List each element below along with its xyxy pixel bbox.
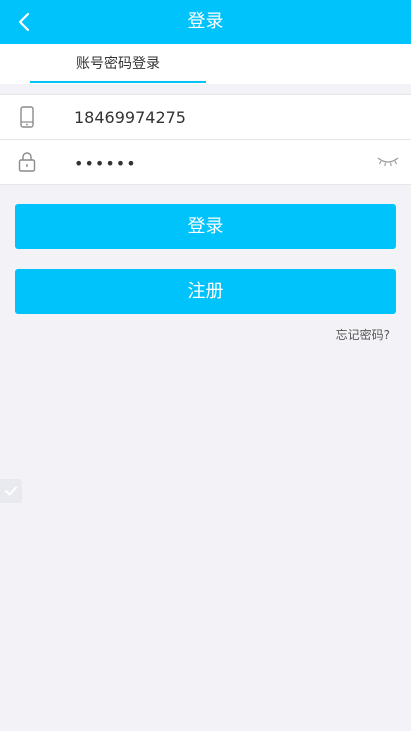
login-form: 18469974275 ••••••	[0, 94, 411, 185]
forgot-password-link[interactable]: 忘记密码?	[336, 326, 390, 343]
page-title: 登录	[187, 11, 224, 32]
tab-account-password[interactable]: 账号密码登录	[30, 44, 206, 84]
phone-input[interactable]: 18469974275	[74, 95, 186, 139]
active-tab-indicator	[30, 81, 206, 83]
register-button[interactable]: 注册	[15, 269, 396, 314]
lock-icon	[18, 152, 36, 172]
login-tabs: 账号密码登录	[0, 44, 411, 84]
password-row[interactable]: ••••••	[0, 140, 411, 184]
eye-closed-icon[interactable]	[377, 154, 399, 168]
password-input[interactable]: ••••••	[74, 140, 137, 184]
tab-label: 账号密码登录	[76, 56, 160, 72]
app-header: 登录	[0, 0, 411, 44]
phone-icon	[20, 106, 34, 128]
floating-check-button[interactable]	[0, 479, 22, 503]
phone-row[interactable]: 18469974275	[0, 95, 411, 139]
check-icon	[5, 486, 17, 496]
login-button[interactable]: 登录	[15, 204, 396, 249]
